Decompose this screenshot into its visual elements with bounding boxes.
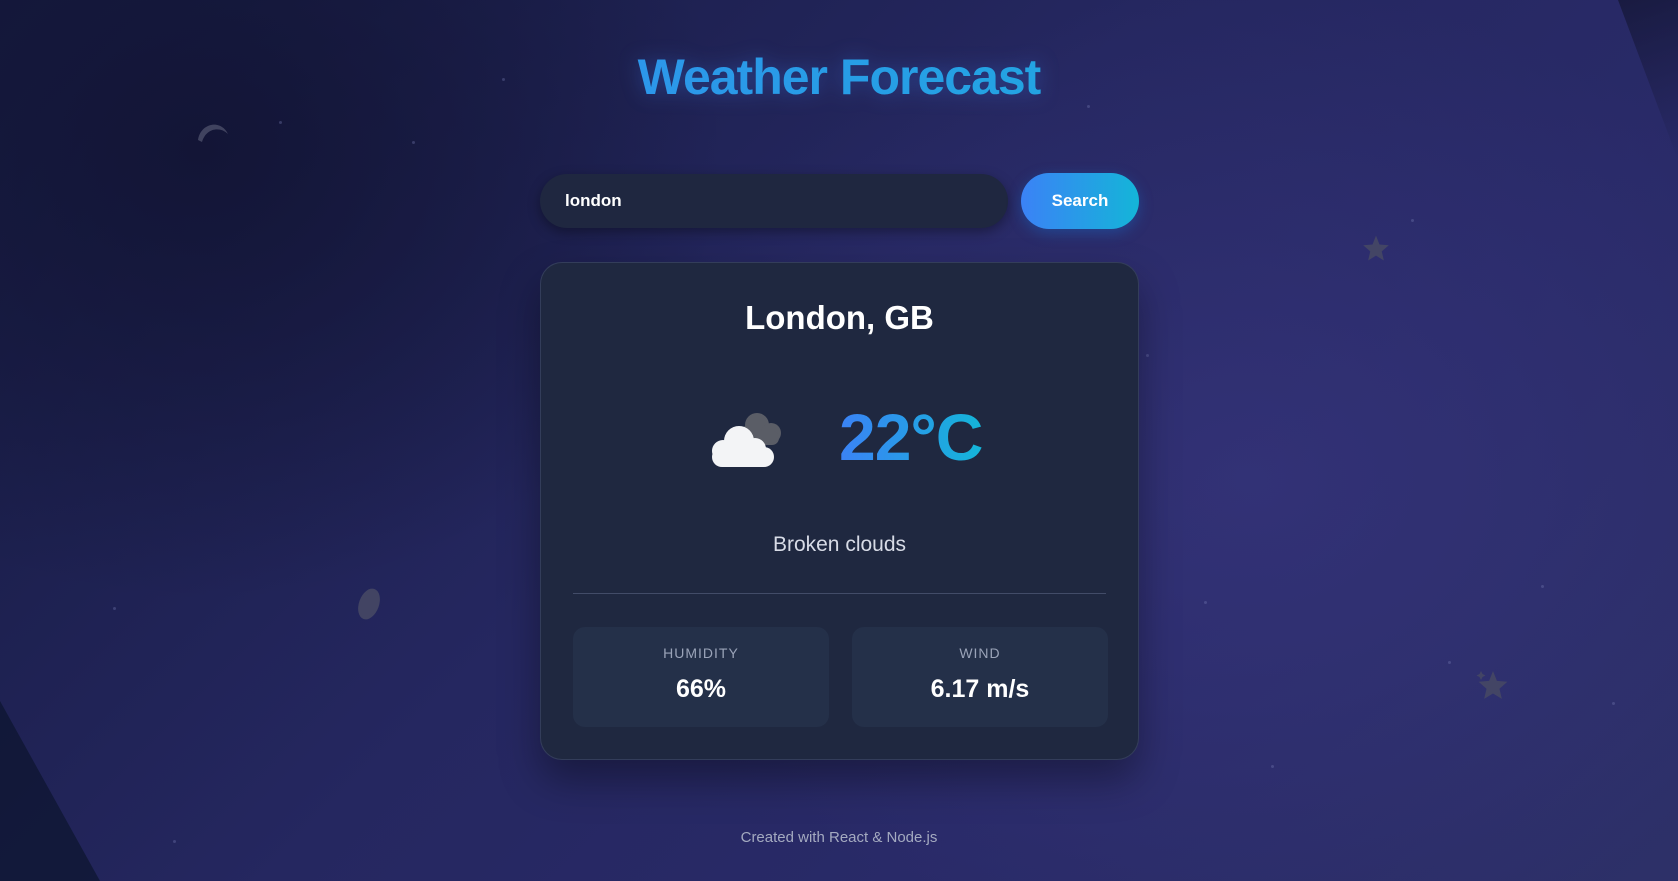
- background-dot: [1541, 585, 1544, 588]
- raindrop-icon: [358, 588, 380, 620]
- search-input[interactable]: [540, 174, 1008, 228]
- city-name: London, GB: [745, 299, 934, 336]
- background-dot: [113, 607, 116, 610]
- divider: [573, 593, 1106, 594]
- moon-icon: [198, 124, 228, 142]
- background-dot: [279, 121, 282, 124]
- background-dot: [1146, 354, 1149, 357]
- temperature: 22°C: [839, 400, 983, 474]
- humidity-label: HUMIDITY: [663, 645, 739, 661]
- background-dot: [1271, 765, 1274, 768]
- background-dot: [1612, 702, 1615, 705]
- wind-value: 6.17 m/s: [930, 675, 1030, 703]
- wind-label: WIND: [959, 645, 1001, 661]
- wind-stat: WIND 6.17 m/s: [852, 627, 1108, 727]
- footer-text: Created with React & Node.js: [740, 829, 938, 846]
- page-title: Weather Forecast: [0, 48, 1678, 106]
- broken-clouds-icon: [712, 413, 781, 467]
- background-dot: [1448, 661, 1451, 664]
- background-corner-shape: [0, 701, 100, 881]
- sparkle-icon: [1476, 671, 1508, 699]
- weather-card: London, GB 22°C Broken clouds HUMIDITY 6…: [540, 262, 1139, 760]
- background-dot: [1204, 601, 1207, 604]
- background-dot: [1411, 219, 1414, 222]
- star-icon: [1363, 235, 1389, 261]
- humidity-value: 66%: [675, 675, 727, 703]
- search-button[interactable]: Search: [1021, 173, 1139, 229]
- humidity-stat: HUMIDITY 66%: [573, 627, 829, 727]
- weather-description: Broken clouds: [772, 533, 907, 556]
- background-dot: [412, 141, 415, 144]
